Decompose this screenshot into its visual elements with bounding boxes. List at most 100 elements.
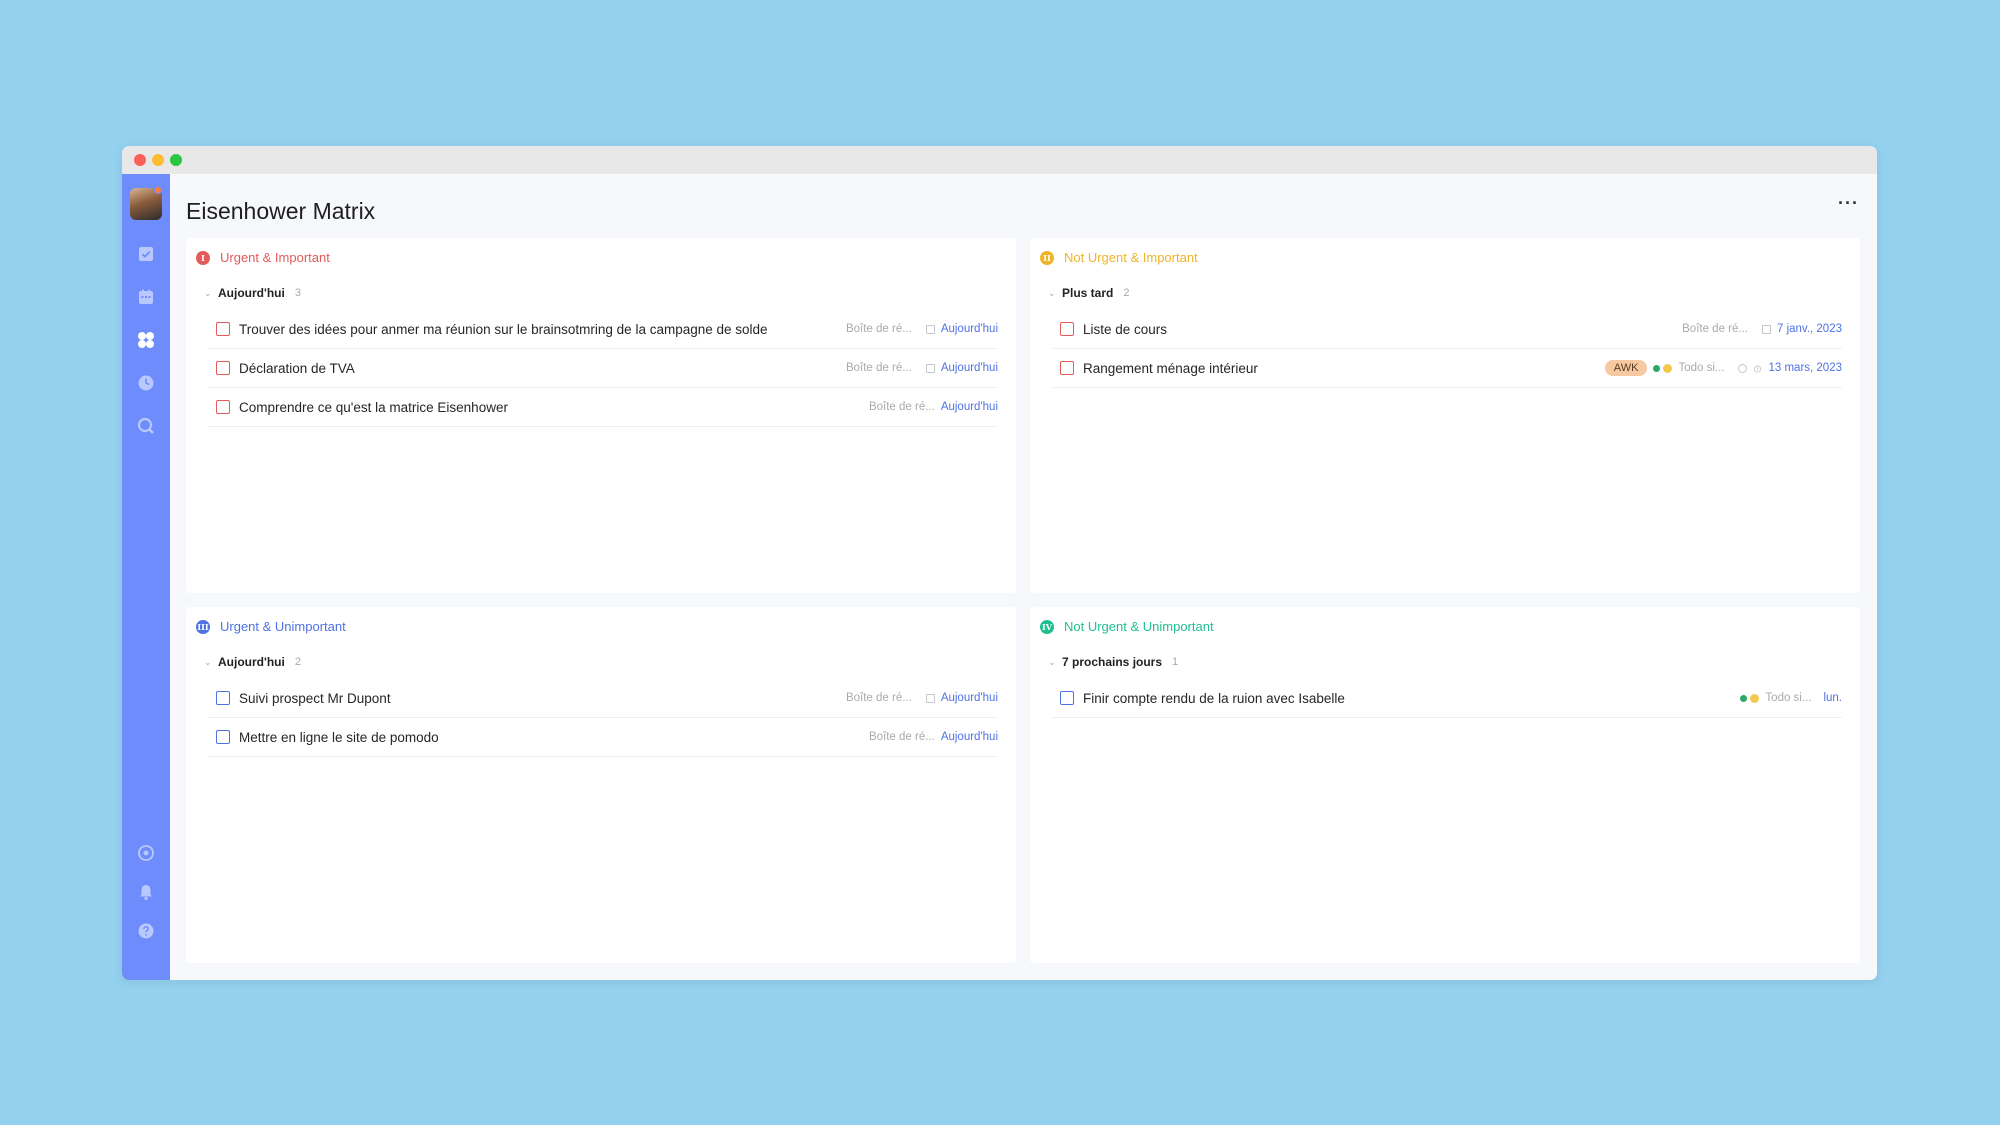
status-dot-icon <box>1653 364 1661 372</box>
task-project: Boîte de ré... <box>845 692 912 704</box>
quadrant-header: III Urgent & Unimportant <box>196 619 346 634</box>
app-window: Eisenhower Matrix ··· I Urgent & Importa… <box>122 146 1877 980</box>
sidebar <box>122 174 170 980</box>
task-title[interactable]: Suivi prospect Mr Dupont <box>239 691 846 706</box>
task-list: Finir compte rendu de la ruion avec Isab… <box>1052 679 1842 718</box>
task-checkbox[interactable] <box>216 730 230 744</box>
task-row[interactable]: Déclaration de TVA Boîte de ré... Aujour… <box>208 349 998 388</box>
task-title[interactable]: Trouver des idées pour anmer ma réunion … <box>239 322 846 337</box>
task-list: Suivi prospect Mr Dupont Boîte de ré... … <box>208 679 998 757</box>
task-due-date[interactable]: 13 mars, 2023 <box>1768 362 1842 374</box>
task-checkbox[interactable] <box>1060 322 1074 336</box>
task-project: Todo si... <box>1765 692 1812 704</box>
task-checkbox[interactable] <box>1060 691 1074 705</box>
task-row[interactable]: Comprendre ce qu'est la matrice Eisenhow… <box>208 388 998 427</box>
calendar-icon <box>925 693 935 703</box>
checkbox-icon[interactable] <box>136 244 156 264</box>
task-due-date[interactable]: Aujourd'hui <box>941 401 998 413</box>
task-checkbox[interactable] <box>1060 361 1074 375</box>
quadrant-not-urgent-unimportant: IV Not Urgent & Unimportant ⌄ 7 prochain… <box>1030 607 1860 963</box>
task-row[interactable]: Trouver des idées pour anmer ma réunion … <box>208 310 998 349</box>
task-project: Boîte de ré... <box>868 401 935 413</box>
quadrant-badge: IV <box>1040 619 1054 634</box>
title-bar <box>122 146 1877 174</box>
group-count: 2 <box>1123 287 1130 299</box>
more-options-button[interactable]: ··· <box>1838 194 1859 212</box>
calendar-icon[interactable] <box>136 287 156 307</box>
maximize-window-button[interactable] <box>170 154 182 166</box>
task-due-date[interactable]: Aujourd'hui <box>941 323 998 335</box>
task-group-header[interactable]: ⌄ Plus tard 2 <box>1048 286 1129 300</box>
quadrant-not-urgent-important: II Not Urgent & Important ⌄ Plus tard 2 … <box>1030 238 1860 593</box>
task-project: Boîte de ré... <box>1682 323 1748 335</box>
task-checkbox[interactable] <box>216 322 230 336</box>
quadrant-urgent-important: I Urgent & Important ⌄ Aujourd'hui 3 Tro… <box>186 238 1016 593</box>
quadrant-header: IV Not Urgent & Unimportant <box>1040 619 1214 634</box>
status-dot-icon <box>1740 694 1748 702</box>
chevron-down-icon[interactable]: ⌄ <box>1048 288 1056 299</box>
task-group-header[interactable]: ⌄ Aujourd'hui 3 <box>204 286 301 300</box>
quadrant-urgent-unimportant: III Urgent & Unimportant ⌄ Aujourd'hui 2… <box>186 607 1016 963</box>
group-name: Aujourd'hui <box>218 286 285 300</box>
task-due-date[interactable]: Aujourd'hui <box>941 692 998 704</box>
quadrant-badge: III <box>196 619 210 634</box>
close-window-button[interactable] <box>134 154 146 166</box>
task-title[interactable]: Mettre en ligne le site de pomodo <box>239 730 869 745</box>
list-emoji-icon <box>1750 693 1760 703</box>
task-due-date[interactable]: Aujourd'hui <box>941 362 998 374</box>
task-title[interactable]: Déclaration de TVA <box>239 361 846 376</box>
quadrant-header: II Not Urgent & Important <box>1040 250 1198 265</box>
task-title[interactable]: Comprendre ce qu'est la matrice Eisenhow… <box>239 400 869 415</box>
task-title[interactable]: Liste de cours <box>1083 322 1682 337</box>
search-icon[interactable] <box>136 416 156 436</box>
quadrant-title: Not Urgent & Unimportant <box>1064 619 1214 634</box>
group-name: Aujourd'hui <box>218 655 285 669</box>
task-project: Todo si... <box>1678 362 1725 374</box>
bell-icon[interactable] <box>136 882 156 902</box>
group-name: Plus tard <box>1062 286 1114 300</box>
chevron-down-icon[interactable]: ⌄ <box>204 657 212 668</box>
chevron-down-icon[interactable]: ⌄ <box>204 288 212 299</box>
task-tag[interactable]: AWK <box>1604 360 1648 376</box>
quadrant-header: I Urgent & Important <box>196 250 330 265</box>
quadrant-title: Not Urgent & Important <box>1064 250 1198 265</box>
task-row[interactable]: Rangement ménage intérieur AWK Todo si..… <box>1052 349 1842 388</box>
clock-icon[interactable] <box>136 373 156 393</box>
group-count: 1 <box>1172 656 1179 668</box>
quadrant-badge: I <box>196 250 210 265</box>
task-project: Boîte de ré... <box>845 362 912 374</box>
task-due-date[interactable]: 7 janv., 2023 <box>1777 323 1842 335</box>
calendar-icon <box>925 324 935 334</box>
task-row[interactable]: Finir compte rendu de la ruion avec Isab… <box>1052 679 1842 718</box>
task-checkbox[interactable] <box>216 691 230 705</box>
help-icon[interactable] <box>136 921 156 941</box>
calendar-icon <box>1761 324 1771 334</box>
group-count: 2 <box>294 656 301 668</box>
group-count: 3 <box>294 287 301 299</box>
calendar-icon <box>925 363 935 373</box>
chevron-down-icon[interactable]: ⌄ <box>1048 657 1056 668</box>
task-group-header[interactable]: ⌄ 7 prochains jours 1 <box>1048 655 1178 669</box>
sync-icon[interactable] <box>136 843 156 863</box>
quadrant-badge: II <box>1040 250 1054 265</box>
task-title[interactable]: Finir compte rendu de la ruion avec Isab… <box>1083 691 1740 706</box>
task-row[interactable]: Liste de cours Boîte de ré... 7 janv., 2… <box>1052 310 1842 349</box>
main-area: Eisenhower Matrix ··· I Urgent & Importa… <box>170 174 1877 980</box>
task-list: Trouver des idées pour anmer ma réunion … <box>208 310 998 427</box>
quadrant-title: Urgent & Unimportant <box>220 619 346 634</box>
matrix-icon[interactable] <box>136 330 156 350</box>
minimize-window-button[interactable] <box>152 154 164 166</box>
task-title[interactable]: Rangement ménage intérieur <box>1083 361 1605 376</box>
task-checkbox[interactable] <box>216 361 230 375</box>
task-row[interactable]: Suivi prospect Mr Dupont Boîte de ré... … <box>208 679 998 718</box>
notification-dot <box>154 186 162 194</box>
list-emoji-icon <box>1663 363 1673 373</box>
task-due-date[interactable]: Aujourd'hui <box>941 731 998 743</box>
page-title: Eisenhower Matrix <box>186 198 376 224</box>
repeat-icon <box>1738 363 1748 373</box>
task-checkbox[interactable] <box>216 400 230 414</box>
task-project: Boîte de ré... <box>845 323 912 335</box>
task-due-date[interactable]: lun. <box>1823 692 1842 704</box>
task-row[interactable]: Mettre en ligne le site de pomodo Boîte … <box>208 718 998 757</box>
task-group-header[interactable]: ⌄ Aujourd'hui 2 <box>204 655 301 669</box>
